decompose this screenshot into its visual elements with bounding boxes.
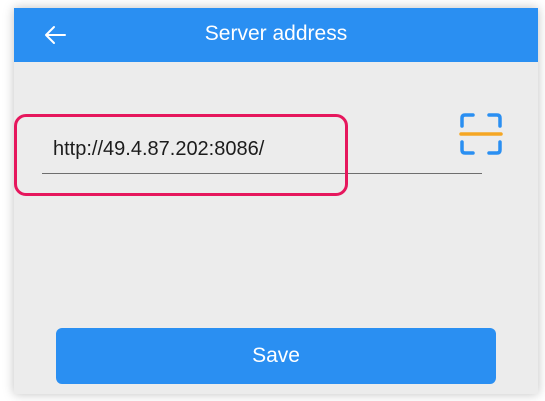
scan-button[interactable] (458, 111, 504, 157)
qr-scan-icon (459, 113, 503, 155)
server-address-screen: Server address Save (14, 8, 538, 394)
app-bar: Server address (14, 8, 538, 62)
save-button[interactable]: Save (56, 328, 496, 384)
server-url-input[interactable] (42, 126, 482, 174)
page-title: Server address (204, 22, 348, 45)
